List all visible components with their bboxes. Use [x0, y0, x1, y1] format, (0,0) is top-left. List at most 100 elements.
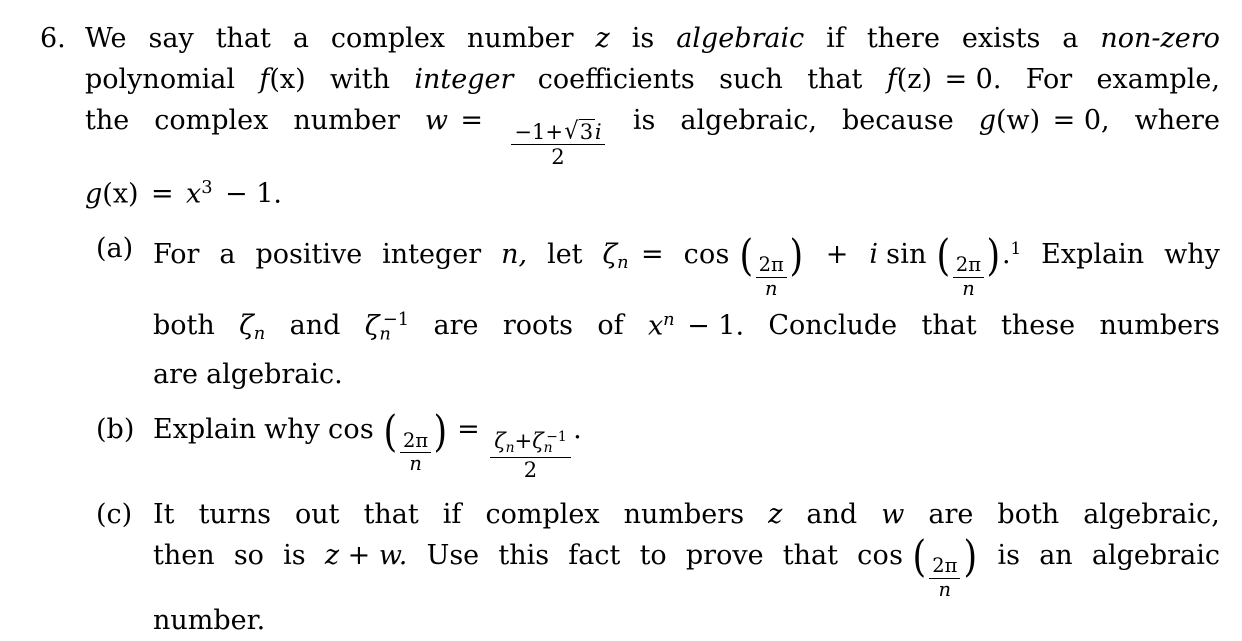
problem-part-b: (b) Explain why cos(2π n) = ζn+ζn−1 2 .: [96, 409, 1220, 480]
math-cos-term: cos(2π n): [857, 532, 977, 601]
math-zeta-n-definition: ζn =: [602, 239, 664, 274]
word: with: [330, 64, 391, 95]
fraction: −1+√3i 2: [510, 116, 606, 167]
fraction-denominator: 2: [490, 456, 571, 480]
part-c-line-1: It turns out that if complex numbers z a…: [153, 494, 1220, 535]
part-label-a: (a): [96, 233, 134, 264]
fraction-numerator: −1+√3i: [514, 116, 602, 145]
word: polynomial: [85, 64, 236, 95]
word: that: [807, 64, 863, 95]
math-equals: =: [457, 414, 480, 446]
math-i-sin-term: i sin(2π n).1: [869, 231, 1022, 300]
math-g-of-x-definition: g(x) = x3− 1.: [85, 177, 282, 210]
word: exists: [961, 23, 1041, 54]
part-a-body: For a positive integer n, let ζn = cos(2π…: [153, 228, 1220, 395]
word: if: [826, 23, 845, 54]
problem-part-a: (a) For a positive integer n, let ζn = co…: [96, 228, 1220, 395]
statement-line-3: the complex number w = −1+√3i 2 is algebr…: [85, 100, 1220, 167]
fraction: 2π n: [952, 254, 985, 299]
square-root: √3: [564, 116, 595, 145]
math-zeta-n: ζn: [239, 310, 266, 345]
problem-row: 6. We say that a complex number z is alg…: [40, 18, 1220, 214]
statement-line-2: polynomial f(x) with integer coefficient…: [85, 59, 1220, 100]
word: algebraic.: [206, 359, 343, 391]
word: example,: [1096, 64, 1220, 95]
word: a: [292, 23, 309, 54]
math-fz-equals-zero: f(z) = 0.: [886, 64, 1002, 95]
word: number: [293, 105, 400, 136]
word: these: [1001, 310, 1076, 342]
word: of: [597, 310, 624, 342]
word: because: [842, 105, 954, 136]
word: out: [295, 499, 340, 531]
math-zeta-n-inverse: ζn−1: [364, 309, 410, 345]
word: complex: [330, 23, 446, 54]
fraction: 2π n: [929, 555, 961, 600]
word: For: [1025, 64, 1073, 95]
word: turns: [198, 499, 271, 531]
math-variable-z: z: [768, 499, 783, 531]
word: is: [631, 23, 655, 54]
fraction-numerator: ζn+ζn−1: [494, 428, 567, 457]
problem-number: 6.: [40, 23, 66, 54]
word: algebraic,: [680, 105, 817, 136]
word: where: [1134, 105, 1220, 136]
word: are: [153, 359, 198, 391]
word: We: [85, 23, 127, 54]
math-variable-n: n,: [501, 239, 528, 271]
emphasis-algebraic: algebraic: [676, 23, 805, 54]
part-b-line-1: Explain why cos(2π n) = ζn+ζn−1 2 .: [153, 409, 1220, 480]
word: complex: [154, 105, 269, 136]
statement-line-4: g(x) = x3− 1.: [85, 167, 1220, 214]
word: For: [153, 239, 200, 271]
math-fraction-zeta-sum: ζn+ζn−1 2 .: [488, 409, 582, 480]
word: Explain: [1041, 239, 1145, 271]
word: that: [921, 310, 977, 342]
part-c-line-3: number.: [153, 600, 1220, 641]
part-a-line-1: For a positive integer n, let ζn = cos(2π…: [153, 228, 1220, 299]
math-fraction-w-value: −1+√3i 2: [508, 100, 608, 167]
word: integer: [382, 239, 482, 271]
math-x-to-n-minus-1: xn − 1.: [647, 309, 745, 342]
word: say: [148, 23, 194, 54]
math-variable-w: w: [881, 499, 905, 531]
word: roots: [502, 310, 573, 342]
word: both: [997, 499, 1060, 531]
word: a: [1062, 23, 1079, 54]
word: Explain: [153, 414, 256, 446]
fraction-denominator: 2: [510, 143, 606, 167]
part-b-body: Explain why cos(2π n) = ζn+ζn−1 2 .: [153, 409, 1220, 480]
problem-6: 6. We say that a complex number z is alg…: [40, 18, 1220, 214]
statement-line-1: We say that a complex number z is algebr…: [85, 18, 1220, 59]
word: It: [153, 499, 175, 531]
problem-statement: We say that a complex number z is algebr…: [85, 18, 1220, 214]
fraction: 2π n: [755, 254, 787, 299]
part-label-b: (b): [96, 414, 135, 446]
footnote-marker: 1: [1010, 238, 1022, 258]
fraction: 2π n: [399, 430, 432, 475]
word: coefficients: [537, 64, 695, 95]
word: is: [632, 105, 656, 136]
part-label-c: (c): [96, 499, 133, 531]
word: the: [85, 105, 130, 136]
word: such: [719, 64, 783, 95]
part-c-line-2: then so is z + w. Use this fact to prove…: [153, 535, 1220, 600]
word: and: [806, 499, 858, 531]
fraction: ζn+ζn−1 2: [490, 428, 571, 480]
word: positive: [255, 239, 363, 271]
part-c-body: It turns out that if complex numbers z a…: [153, 494, 1220, 641]
part-a-line-2: both ζn and ζn−1 are roots of xn − 1. Con…: [153, 299, 1220, 354]
word: are: [433, 310, 479, 342]
math-cos-term: cos(2π n): [327, 406, 448, 475]
word: number: [467, 23, 574, 54]
word: there: [866, 23, 940, 54]
word: numbers: [623, 499, 745, 531]
math-fx: f(x): [259, 64, 306, 95]
word: and: [289, 310, 341, 342]
emphasis-non-zero: non-zero: [1100, 23, 1220, 54]
word: let: [547, 239, 583, 271]
word: why: [1164, 239, 1220, 271]
word: why: [264, 414, 320, 446]
word: algebraic,: [1083, 499, 1220, 531]
word: that: [363, 499, 419, 531]
